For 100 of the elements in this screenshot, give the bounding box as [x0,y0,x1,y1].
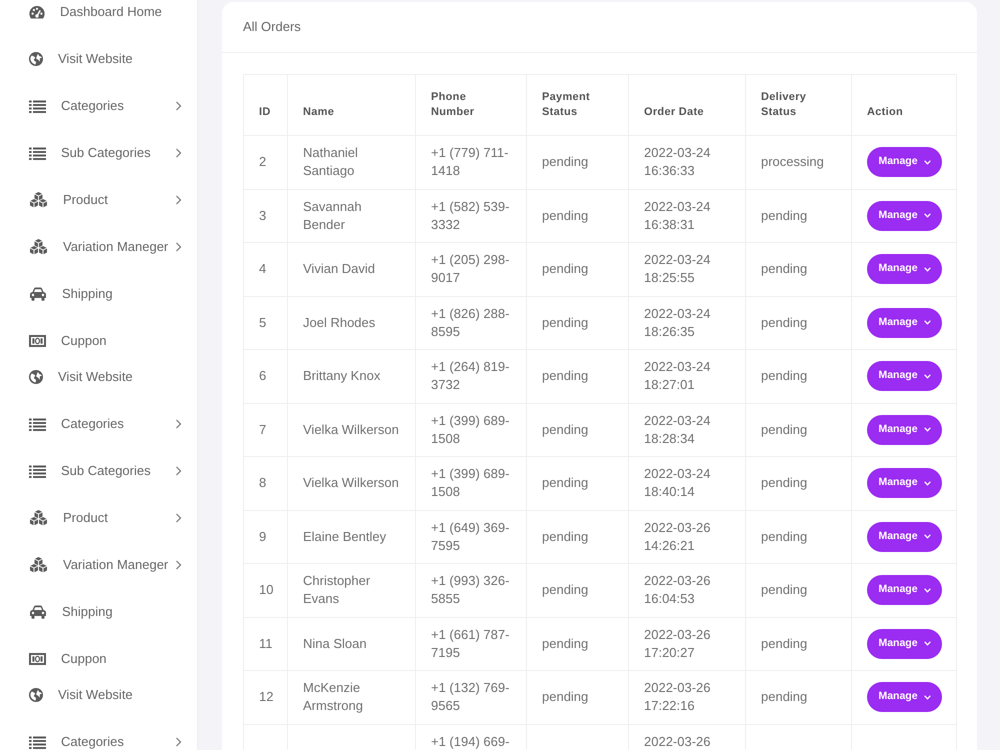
table-cell: pending [746,350,852,403]
table-cell: pending [526,456,628,510]
sidebar-link[interactable]: Visit Website [0,36,197,82]
table-cell: +1 (779) 711-1418 [416,136,526,189]
sidebar-link[interactable]: Shipping [0,588,197,636]
list-icon [29,736,46,748]
table-cell: 12 [244,670,288,724]
table-cell: Nina Sloan [288,617,416,670]
table-cell: 2022-03-26 14:26:21 [628,510,746,564]
table-cell: pending [526,617,628,670]
sidebar-link[interactable]: Dashboard Home [0,0,197,36]
table-cell: +1 (399) 689-1508 [416,456,526,510]
table-cell: 2022-03-24 18:27:01 [628,350,746,403]
manage-button[interactable]: Manage [867,468,942,498]
sidebar-link[interactable]: Variation Maneger [0,542,197,588]
banknote-icon [29,653,46,665]
cubes-icon [29,239,48,255]
table-cell: +1 (649) 369-7595 [416,510,526,564]
table-cell: pending [526,296,628,350]
table-cell: 8 [244,456,288,510]
list-icon [29,464,46,478]
column-header: Action [852,74,956,136]
manage-button[interactable]: Manage [867,200,942,231]
column-header: ID [244,74,288,136]
chevron-down-icon [924,694,931,700]
table-cell: +1 (993) 326-5855 [416,564,526,617]
table-cell: pending [526,350,628,403]
list-icon [29,418,46,430]
manage-button[interactable]: Manage [867,147,942,178]
table-cell: 2022-03-24 18:26:35 [628,296,746,350]
table-cell: +1 (399) 689-1508 [416,403,526,456]
table-cell: 2022-03-26 17:20:27 [628,617,746,670]
table-cell: 2022-03-26 16:04:53 [628,564,746,617]
list-icon [29,100,46,112]
sidebar-link[interactable]: Sub Categories [0,130,197,176]
sidebar-link[interactable]: Product [0,176,197,224]
manage-button[interactable]: Manage [867,414,942,445]
manage-button[interactable]: Manage [867,628,942,659]
table-cell: +1 (582) 539-3332 [416,189,526,242]
table-cell: Joel Rhodes [288,296,416,350]
table-cell: 11 [244,617,288,670]
manage-button[interactable]: Manage [867,575,942,606]
chevron-down-icon [924,588,931,593]
sidebar-link[interactable]: Categories [0,400,197,448]
globe-icon [29,52,43,66]
table-cell: 7 [244,403,288,456]
table-cell: +1 (132) 769-9565 [416,670,526,724]
car-icon [29,287,47,301]
column-header: Order Date [628,74,746,136]
sidebar-link[interactable]: Sub Categories [0,448,197,494]
table-cell: Vielka Wilkerson [288,403,416,456]
table-cell: Vivian David [288,242,416,296]
table-cell: pending [746,456,852,510]
table-cell: pending [746,564,852,617]
table-cell: 2022-03-24 18:28:34 [628,403,746,456]
table-cell: 2022-03-24 16:38:31 [628,189,746,242]
table-cell: 10 [244,564,288,617]
gauge-icon [29,5,45,19]
table-cell: Elaine Bentley [288,510,416,564]
table-cell: 9 [244,510,288,564]
table-cell: Christopher Evans [288,564,416,617]
sidebar-link[interactable]: Variation Maneger [0,224,197,270]
sidebar-link[interactable]: Shipping [0,270,197,318]
table-cell: pending [526,242,628,296]
manage-button[interactable]: Manage [867,682,942,712]
table-cell: 2 [244,136,288,189]
banknote-icon [29,335,46,347]
manage-button[interactable]: Manage [867,361,942,392]
table-cell: +1 (661) 787-7195 [416,617,526,670]
sidebar-link[interactable]: Product [0,494,197,542]
table-cell: +1 (205) 298-9017 [416,242,526,296]
table-cell: pending [746,189,852,242]
table-cell: 2022-03-24 18:25:55 [628,242,746,296]
chevron-down-icon [924,320,931,326]
table-cell: pending [526,564,628,617]
manage-button[interactable]: Manage [867,254,942,284]
table-cell: 2022-03-26 17:22:16 [628,670,746,724]
manage-button[interactable]: Manage [867,308,942,338]
table-cell: 2022-03-24 18:40:14 [628,456,746,510]
manage-button[interactable]: Manage [867,522,942,552]
cubes-icon [29,510,48,526]
chevron-down-icon [924,374,931,379]
table-cell: 2022-03-24 16:36:33 [628,136,746,189]
table-cell: Nathaniel Santiago [288,136,416,189]
table-cell: pending [746,510,852,564]
sidebar-link[interactable]: Categories [0,718,197,750]
car-icon [29,605,47,619]
sidebar-link[interactable]: Categories [0,82,197,130]
table-cell: pending [526,510,628,564]
column-header: Name [288,74,416,136]
column-header: Delivery Status [746,74,852,136]
chevron-down-icon [924,160,931,165]
table-cell: +1 (826) 288-8595 [416,296,526,350]
table-cell: pending [526,189,628,242]
list-icon [29,146,46,160]
chevron-down-icon [924,641,931,646]
table-cell: +1 (264) 819-3732 [416,350,526,403]
table-cell: 6 [244,350,288,403]
table-cell: pending [746,242,852,296]
table-cell: pending [746,670,852,724]
